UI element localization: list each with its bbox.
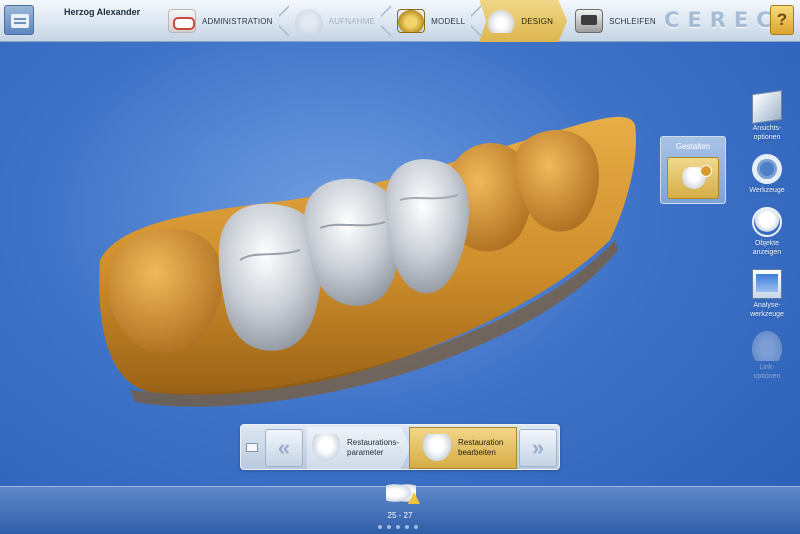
page-dots: [378, 525, 418, 529]
nav-label-line2: bearbeiten: [458, 448, 496, 457]
show-objects-icon: [752, 207, 782, 237]
patient-card-icon[interactable]: [4, 5, 34, 35]
page-dot[interactable]: [396, 525, 400, 529]
brand-logo: CEREC: [664, 8, 780, 32]
step-modell-label: MODELL: [431, 16, 466, 26]
nav-label-line1: Restauration: [458, 438, 504, 447]
tool-wheel-icon: [752, 154, 782, 184]
view-cube-icon: [752, 89, 782, 125]
double-chevron-left-icon[interactable]: «: [265, 429, 303, 467]
page-dot[interactable]: [414, 525, 418, 529]
nav-label-line2: parameter: [347, 448, 384, 457]
tooth-design-icon: [682, 165, 712, 189]
step-edit-restoration[interactable]: Restauration bearbeiten: [409, 427, 517, 469]
page-dot[interactable]: [387, 525, 391, 529]
design-crown-icon: [487, 9, 516, 33]
patient-name: Herzog Alexander: [64, 7, 141, 17]
tool-analysis-label: Analyse- werkzeuge: [750, 301, 784, 319]
tool-label-line1: Link-: [759, 364, 775, 371]
analysis-icon: [752, 269, 782, 299]
step-separator: [471, 0, 482, 42]
step-administration-label: ADMINISTRATION: [202, 16, 273, 26]
step-restoration-parameters[interactable]: Restaurations- parameter: [307, 427, 411, 469]
tool-label-line1: Objekte: [754, 240, 780, 247]
step-design[interactable]: DESIGN: [479, 0, 568, 42]
page-dot[interactable]: [378, 525, 382, 529]
tool-analysis[interactable]: Analyse- werkzeuge: [740, 269, 794, 319]
acquisition-icon: [294, 9, 323, 33]
gestalten-label: Gestalten: [675, 142, 711, 151]
dental-arch-icon: [168, 9, 196, 33]
tool-link-options[interactable]: Link- optionen: [740, 331, 794, 381]
step-schleifen[interactable]: SCHLEIFEN: [567, 0, 670, 42]
step-modell[interactable]: MODELL: [389, 0, 482, 42]
double-chevron-right-icon[interactable]: »: [519, 429, 557, 467]
tool-view-options-label: Ansichts- optionen: [753, 124, 782, 142]
help-icon[interactable]: ?: [770, 5, 794, 35]
step-aufnahme[interactable]: AUFNAHME: [287, 0, 392, 42]
step-restoration-parameters-label: Restaurations- parameter: [347, 438, 399, 458]
tool-werkzeuge[interactable]: Werkzeuge: [740, 154, 794, 195]
tool-view-options[interactable]: Ansichts- optionen: [740, 89, 794, 142]
minimize-icon[interactable]: [246, 443, 258, 452]
page-dot[interactable]: [405, 525, 409, 529]
tool-link-options-label: Link- optionen: [754, 363, 781, 381]
tool-label-line1: Analyse-: [753, 302, 781, 309]
step-administration[interactable]: ADMINISTRATION: [160, 0, 289, 42]
3d-model-viewport[interactable]: [90, 100, 650, 420]
tool-label-line2: optionen: [753, 373, 781, 380]
tool-sidebar: Ansichts- optionen Werkzeuge Objekte anz…: [740, 89, 794, 393]
step-design-label: DESIGN: [521, 16, 554, 26]
jaw-scan-model[interactable]: [90, 100, 650, 420]
tool-show-objects-label: Objekte anzeigen: [753, 239, 781, 257]
restoration-parameters-icon: [311, 434, 341, 462]
tool-werkzeuge-label: Werkzeuge: [749, 187, 785, 194]
restoration-label: 25 - 27: [387, 511, 413, 520]
workflow-bar: Herzog Alexander ADMINISTRATION AUFNAHME…: [0, 0, 800, 42]
milling-unit-icon: [575, 9, 604, 33]
step-aufnahme-label: AUFNAHME: [328, 16, 376, 26]
model-icon: [397, 9, 426, 33]
tool-label-line2: werkzeuge: [750, 311, 784, 318]
step-edit-restoration-label: Restauration bearbeiten: [458, 438, 503, 458]
nav-label-line1: Restaurations-: [347, 438, 400, 447]
restoration-thumbnail[interactable]: [384, 480, 424, 512]
gestalten-panel: Gestalten: [660, 136, 726, 204]
tool-label-line2: optionen: [753, 134, 781, 141]
link-icon: [752, 331, 782, 361]
tool-show-objects[interactable]: Objekte anzeigen: [740, 207, 794, 257]
design-step-navigator: « Restaurations- parameter Restauration …: [240, 424, 560, 470]
gestalten-button[interactable]: [667, 157, 719, 199]
step-schleifen-label: SCHLEIFEN: [609, 16, 656, 26]
workflow-steps: ADMINISTRATION AUFNAHME MODELL DESIGN SC…: [160, 0, 670, 42]
tool-label-line1: Ansichts-: [752, 125, 782, 132]
tool-label-line2: anzeigen: [752, 249, 782, 256]
edit-restoration-icon: [422, 434, 452, 462]
